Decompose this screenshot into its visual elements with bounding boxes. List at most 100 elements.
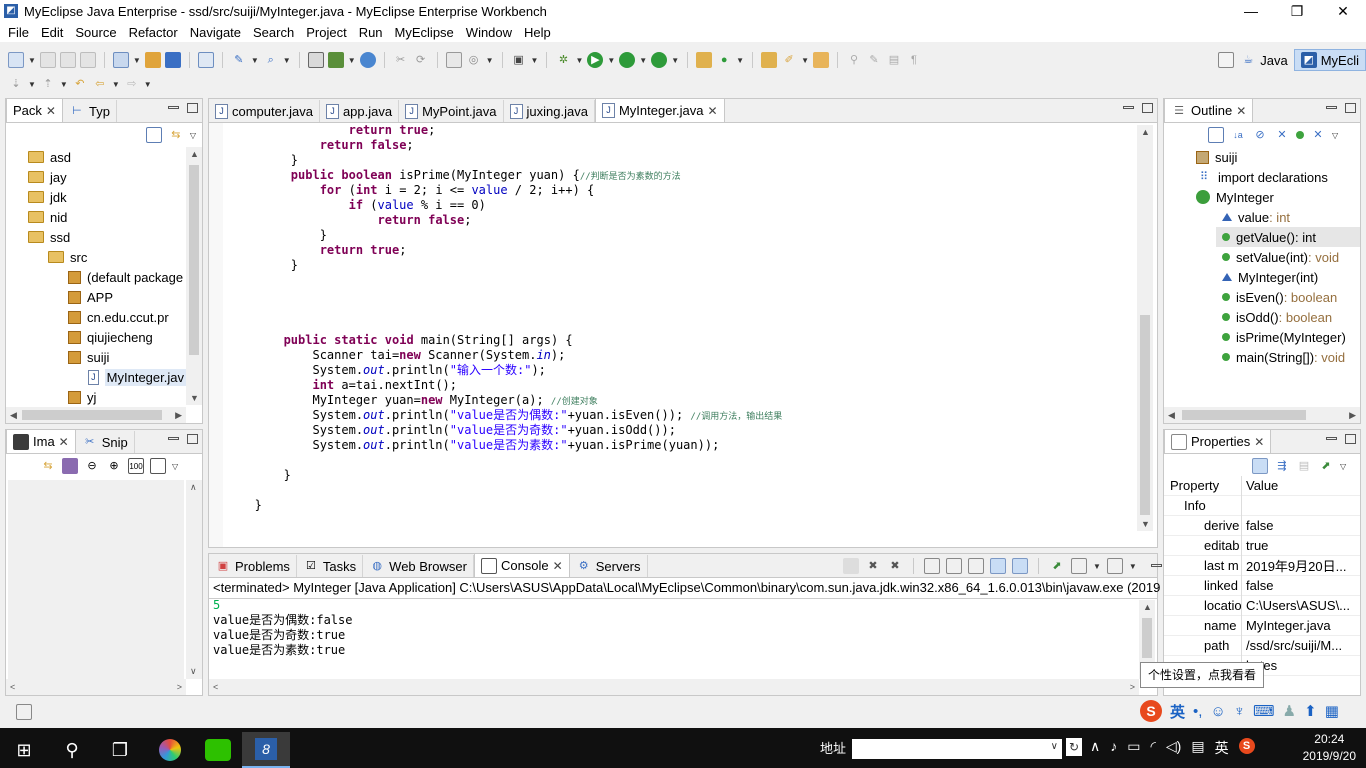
- tab-myinteger-java[interactable]: J MyInteger.java ✕: [594, 98, 725, 122]
- refresh-icon[interactable]: ⟳: [413, 52, 429, 68]
- menu-search[interactable]: Search: [247, 25, 300, 40]
- clear-console-icon[interactable]: [924, 558, 940, 574]
- tab-properties[interactable]: Properties ✕: [1164, 429, 1272, 453]
- taskbar-app-wechat[interactable]: [194, 732, 242, 768]
- tree-node[interactable]: asd: [6, 147, 186, 167]
- collapse-all-icon[interactable]: [1208, 127, 1224, 143]
- run-last-dropdown-icon[interactable]: ▼: [639, 56, 647, 65]
- zoom-out-icon[interactable]: ⊖: [84, 458, 100, 474]
- scroll-up-icon[interactable]: ▲: [1141, 127, 1150, 137]
- close-button[interactable]: ✕: [1320, 0, 1366, 22]
- tool-dropdown-icon[interactable]: ▼: [486, 56, 494, 65]
- menu-help[interactable]: Help: [518, 25, 557, 40]
- fast-view-icon[interactable]: [16, 704, 32, 720]
- tree-node[interactable]: nid: [6, 207, 186, 227]
- toolbox-icon[interactable]: ▦: [1325, 702, 1339, 720]
- remove-launch-icon[interactable]: ✖: [865, 558, 881, 574]
- block-select-icon[interactable]: ▤: [886, 52, 902, 68]
- tab-servers[interactable]: ⚙ Servers: [570, 555, 648, 577]
- scroll-right-icon[interactable]: ▶: [1349, 410, 1356, 421]
- scroll-up-icon[interactable]: ▲: [1143, 602, 1152, 612]
- open-console-icon[interactable]: [1106, 558, 1123, 574]
- tree-horizontal-scrollbar[interactable]: ◀ ▶: [6, 407, 186, 423]
- notification-bell-icon[interactable]: ♪: [1110, 738, 1117, 758]
- outline-item[interactable]: isEven() : boolean: [1164, 287, 1360, 307]
- external-tools-icon[interactable]: [651, 52, 668, 68]
- debug-dropdown-icon[interactable]: ▼: [575, 56, 583, 65]
- taskbar-app-photos[interactable]: [146, 732, 194, 768]
- property-row[interactable]: linked false: [1164, 575, 1360, 596]
- menu-run[interactable]: Run: [353, 25, 389, 40]
- tab-image-viewer[interactable]: Ima ✕: [6, 429, 76, 453]
- address-input[interactable]: ∨: [852, 739, 1062, 759]
- menu-navigate[interactable]: Navigate: [184, 25, 247, 40]
- tab-type-hierarchy[interactable]: ⊢ Typ: [63, 100, 117, 122]
- back-icon[interactable]: ⇦: [92, 76, 108, 92]
- hide-fields-icon[interactable]: ⊘: [1252, 127, 1268, 143]
- open-type-icon[interactable]: ✎: [231, 52, 247, 68]
- tab-computer-java[interactable]: Jcomputer.java: [209, 100, 320, 122]
- open-task-icon[interactable]: [812, 52, 829, 68]
- remove-all-icon[interactable]: ✖: [887, 558, 903, 574]
- minimize-view-icon[interactable]: [168, 437, 179, 440]
- scroll-right-icon[interactable]: >: [177, 682, 182, 692]
- editor-vertical-scrollbar[interactable]: ▲ ▼: [1137, 125, 1153, 531]
- tree-node[interactable]: (default package: [6, 267, 186, 287]
- run-icon[interactable]: ▶: [587, 52, 604, 68]
- show-hidden-icons-icon[interactable]: ∧: [1090, 738, 1100, 758]
- tree-node[interactable]: APP: [6, 287, 186, 307]
- maximize-view-icon[interactable]: [187, 103, 198, 113]
- outline-item[interactable]: isPrime(MyInteger): [1164, 327, 1360, 347]
- open-perspective-icon[interactable]: [1218, 52, 1235, 68]
- maximize-view-icon[interactable]: [1345, 434, 1356, 444]
- action-center-icon[interactable]: ▤: [1191, 738, 1204, 758]
- minimize-view-icon[interactable]: [1326, 106, 1337, 109]
- scroll-thumb[interactable]: [1140, 315, 1150, 515]
- filter-advanced-icon[interactable]: ⇶: [1274, 458, 1290, 474]
- tab-outline[interactable]: ☰ Outline ✕: [1164, 98, 1254, 122]
- view-menu-icon[interactable]: ▽: [1332, 131, 1338, 140]
- tab-juxing-java[interactable]: Jjuxing.java: [504, 100, 595, 122]
- show-stderr-icon[interactable]: [1012, 558, 1028, 574]
- tree-node[interactable]: yj: [6, 387, 186, 405]
- package-box-icon[interactable]: [144, 52, 161, 68]
- minimize-view-icon[interactable]: [1326, 437, 1337, 440]
- tree-node[interactable]: src: [6, 247, 186, 267]
- forward-dropdown-icon[interactable]: ▼: [144, 80, 152, 89]
- console-output[interactable]: 5 value是否为偶数:false value是否为奇数:true value…: [213, 598, 352, 658]
- pin-console-icon[interactable]: ⬈: [1049, 558, 1065, 574]
- camera-icon[interactable]: ▣: [511, 52, 527, 68]
- pen-dropdown-icon[interactable]: ▼: [801, 56, 809, 65]
- deploy-icon[interactable]: [164, 52, 181, 68]
- open-console-dropdown-icon[interactable]: ▼: [1129, 562, 1137, 571]
- web-project-icon[interactable]: [307, 52, 324, 68]
- image-icon[interactable]: [445, 52, 462, 68]
- tab-snippets[interactable]: ✂ Snip: [76, 431, 135, 453]
- view-menu-icon[interactable]: ▽: [1340, 462, 1346, 471]
- close-icon[interactable]: ✕: [1254, 435, 1264, 449]
- tree-node[interactable]: ssd: [6, 227, 186, 247]
- tree-node[interactable]: cn.edu.ccut.pr: [6, 307, 186, 327]
- run-last-icon[interactable]: [619, 52, 636, 68]
- new-dropdown-icon[interactable]: ▼: [28, 56, 36, 65]
- property-row[interactable]: path/ssd/src/suiji/M...: [1164, 635, 1360, 656]
- tab-app-java[interactable]: Japp.java: [320, 100, 400, 122]
- search-icon[interactable]: ⌕: [263, 52, 279, 68]
- whitespace-icon[interactable]: ¶: [906, 52, 922, 68]
- scroll-left-icon[interactable]: <: [10, 682, 15, 692]
- sogou-logo-icon[interactable]: S: [1140, 700, 1162, 722]
- ime-punctuation-toggle[interactable]: •,: [1193, 703, 1202, 720]
- wizard-dropdown-icon[interactable]: ▼: [133, 56, 141, 65]
- volume-icon[interactable]: ◁): [1166, 738, 1181, 758]
- prev-annotation-icon[interactable]: ⇡: [40, 76, 56, 92]
- cut-icon[interactable]: ✂: [393, 52, 409, 68]
- categories-icon[interactable]: [1252, 458, 1268, 474]
- hide-local-types-icon[interactable]: ✕: [1310, 127, 1326, 143]
- prev-annotation-dropdown-icon[interactable]: ▼: [60, 80, 68, 89]
- db-dropdown-icon[interactable]: ▼: [348, 56, 356, 65]
- tray-ime-language[interactable]: 英: [1215, 738, 1229, 758]
- scroll-right-icon[interactable]: >: [1130, 682, 1135, 692]
- run-dropdown-icon[interactable]: ▼: [607, 56, 615, 65]
- debug-icon[interactable]: ✲: [555, 52, 571, 68]
- scroll-left-icon[interactable]: ◀: [1168, 410, 1175, 421]
